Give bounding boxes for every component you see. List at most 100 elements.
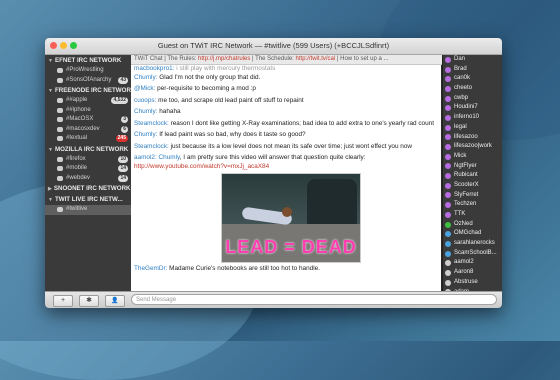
chat-message: macbookpro1: i still play with mercury t… bbox=[131, 65, 441, 74]
network-header[interactable]: ▼ MOZILLA IRC NETWORK bbox=[45, 144, 131, 155]
user-item[interactable]: aamol2 bbox=[443, 258, 502, 268]
user-item[interactable]: legal bbox=[443, 123, 502, 133]
minimize-button[interactable] bbox=[60, 42, 67, 49]
user-item[interactable]: NgtFlyer bbox=[443, 162, 502, 172]
user-name: legal bbox=[454, 123, 467, 130]
message-text: just because its a low level does not me… bbox=[168, 142, 413, 150]
user-item[interactable]: OMGchad bbox=[443, 229, 502, 239]
irc-window: Guest on TWiT IRC Network — #twitlive (5… bbox=[45, 38, 502, 308]
channel-item[interactable]: #macosxdev 6 bbox=[45, 125, 131, 135]
network-header[interactable]: ▼ TWIT LIVE IRC NETW... bbox=[45, 194, 131, 205]
user-name: NgtFlyer bbox=[454, 162, 477, 169]
message-text: Madame Curie's notebooks are still too h… bbox=[167, 265, 320, 272]
user-name: cwbp bbox=[454, 94, 469, 101]
chat-message: Steamclock: reason I dont like getting X… bbox=[131, 120, 441, 129]
message-sender[interactable]: aamol2: bbox=[134, 154, 157, 161]
message-sender[interactable]: Chumly: bbox=[134, 108, 157, 115]
user-name: can0k bbox=[454, 75, 471, 82]
user-mode-icon bbox=[445, 105, 451, 112]
message-text: me too, and scrape old lead paint off st… bbox=[156, 96, 304, 104]
channel-item[interactable]: #webdev 14 bbox=[45, 174, 131, 184]
topic-mid: | The Schedule: bbox=[250, 56, 296, 62]
user-item[interactable]: SlyFerret bbox=[443, 191, 502, 201]
user-item[interactable]: Mick bbox=[443, 152, 502, 162]
channel-item[interactable]: #firefox 10 bbox=[45, 155, 131, 165]
user-mode-icon bbox=[445, 240, 451, 247]
rules-link[interactable]: http://j.mp/chatrules bbox=[198, 56, 250, 62]
thumbnail-caption: LEAD = DEAD bbox=[225, 237, 357, 257]
channel-item[interactable]: #ProWrestling bbox=[45, 66, 131, 76]
disclosure-triangle-icon[interactable]: ▼ bbox=[48, 58, 53, 64]
message-sender[interactable]: TheGemDr: bbox=[134, 265, 167, 272]
user-item[interactable]: lifesazoo|work bbox=[443, 142, 502, 152]
network-header[interactable]: ▼ FREENODE IRC NETWORK bbox=[45, 85, 131, 96]
user-item[interactable]: Techzen bbox=[443, 200, 502, 210]
user-name: inferno10 bbox=[454, 114, 480, 121]
user-icon[interactable]: 👤 bbox=[105, 295, 125, 307]
network-header[interactable]: ▶ SNOONET IRC NETWORK bbox=[45, 183, 131, 194]
zoom-button[interactable] bbox=[70, 42, 77, 49]
channel-item[interactable]: #mobile 14 bbox=[45, 164, 131, 174]
user-name: cheeto bbox=[454, 85, 473, 92]
user-item[interactable]: Aaron8 bbox=[443, 268, 502, 278]
message-sender[interactable]: cuoops: bbox=[134, 97, 156, 104]
user-item[interactable]: Rubicant bbox=[443, 171, 502, 181]
user-name: SlyFerret bbox=[454, 191, 479, 198]
message-sender[interactable]: Steamclock: bbox=[134, 120, 169, 127]
topic-prefix: TWiT Chat | The Rules: bbox=[134, 56, 199, 62]
message-sender[interactable]: Chumly: bbox=[134, 74, 157, 81]
chat-message: TheGemDr: Madame Curie's notebooks are s… bbox=[131, 265, 441, 274]
message-input[interactable]: Send Message bbox=[131, 294, 497, 305]
user-item[interactable]: ScamSchoolB... bbox=[443, 249, 502, 259]
user-item[interactable]: Houdini7 bbox=[443, 103, 502, 113]
video-thumbnail[interactable]: LEAD = DEAD bbox=[221, 173, 361, 263]
message-sender[interactable]: Chumly: bbox=[134, 131, 157, 138]
channel-item[interactable]: #SonsOfAnarchy 43 bbox=[45, 76, 131, 86]
youtube-link[interactable]: http://www.youtube.com/watch?v=mxJj_acaX… bbox=[134, 163, 269, 170]
disclosure-triangle-icon[interactable]: ▶ bbox=[48, 186, 52, 192]
channel-name: #ProWrestling bbox=[66, 67, 104, 73]
channel-item[interactable]: ##iphone bbox=[45, 106, 131, 116]
message-text: hahaha bbox=[157, 108, 181, 115]
channel-item[interactable]: #twitlive bbox=[45, 205, 131, 215]
add-server-button[interactable]: + bbox=[53, 295, 73, 307]
schedule-link[interactable]: http://twit.tv/cal bbox=[296, 56, 336, 62]
message-sender[interactable]: @Mick: bbox=[134, 85, 155, 92]
user-item[interactable]: cheeto bbox=[443, 84, 502, 94]
user-item[interactable]: Brad bbox=[443, 65, 502, 75]
disclosure-triangle-icon[interactable]: ▼ bbox=[48, 197, 53, 203]
chat-message: Chumly: Glad I'm not the only group that… bbox=[131, 74, 441, 83]
network-header[interactable]: ▼ EFNET IRC NETWORK bbox=[45, 55, 131, 66]
user-mode-icon bbox=[445, 202, 451, 209]
user-name: sarahlanerocks bbox=[454, 240, 495, 247]
disclosure-triangle-icon[interactable]: ▼ bbox=[48, 88, 53, 94]
channel-item[interactable]: #textual 245 bbox=[45, 134, 131, 144]
channel-item[interactable]: ##apple 4,532 bbox=[45, 96, 131, 106]
user-name: Aaron8 bbox=[454, 269, 474, 276]
chat-message: @Mick: per-requisite to becoming a mod :… bbox=[131, 85, 441, 94]
message-sender[interactable]: Steamclock: bbox=[134, 143, 169, 150]
chat-bubble-icon bbox=[57, 68, 63, 74]
user-item[interactable]: lifesazoo bbox=[443, 133, 502, 143]
user-item[interactable]: inferno10 bbox=[443, 113, 502, 123]
user-mode-icon bbox=[445, 182, 451, 189]
user-item[interactable]: sarahlanerocks bbox=[443, 239, 502, 249]
message-sender[interactable]: macbookpro1: bbox=[134, 65, 175, 72]
user-name: lifesazoo|work bbox=[454, 143, 492, 150]
user-name: TTK bbox=[454, 211, 466, 217]
chat-log: macbookpro1: i still play with mercury t… bbox=[131, 65, 441, 291]
close-button[interactable] bbox=[50, 42, 57, 49]
user-item[interactable]: TTK bbox=[443, 210, 502, 220]
user-item[interactable]: Dan bbox=[443, 55, 502, 65]
user-item[interactable]: can0k bbox=[443, 74, 502, 84]
user-item[interactable]: cwbp bbox=[443, 94, 502, 104]
user-item[interactable]: Abstruse bbox=[443, 278, 502, 288]
user-item[interactable]: OzNed bbox=[443, 220, 502, 230]
gear-icon[interactable]: ✱ bbox=[79, 295, 99, 307]
network-name: FREENODE IRC NETWORK bbox=[54, 87, 131, 94]
message-text: If lead paint was so bad, why does it ta… bbox=[157, 131, 306, 138]
channel-item[interactable]: #MacOSX 3 bbox=[45, 115, 131, 125]
channel-topic: TWiT Chat | The Rules: http://j.mp/chatr… bbox=[131, 55, 444, 65]
disclosure-triangle-icon[interactable]: ▼ bbox=[48, 147, 53, 153]
user-item[interactable]: ScooterX bbox=[443, 181, 502, 191]
